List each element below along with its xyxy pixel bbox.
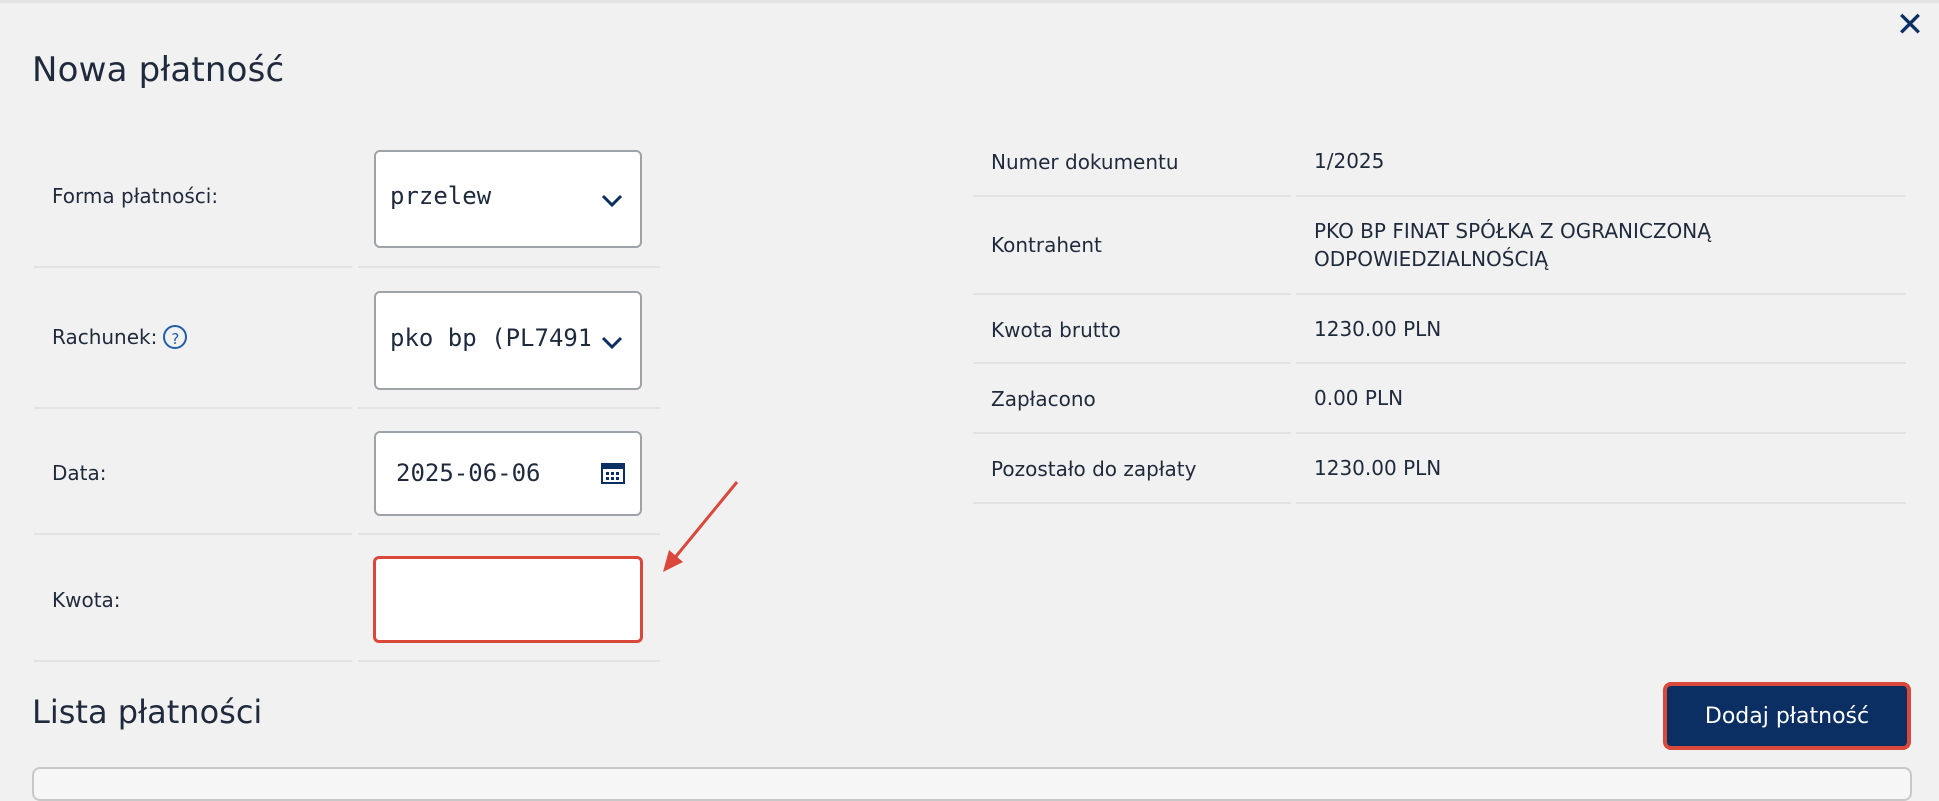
info-key: Pozostało do zapłaty: [991, 457, 1197, 481]
info-value: 1230.00 PLN: [1314, 456, 1442, 480]
divider: [1296, 502, 1906, 504]
divider: [1296, 362, 1906, 364]
info-key: Numer dokumentu: [991, 150, 1179, 174]
divider: [973, 362, 1291, 364]
info-value: 1/2025: [1314, 149, 1385, 173]
divider: [34, 660, 352, 662]
divider: [1296, 195, 1906, 197]
account-label: Rachunek:?: [52, 324, 188, 351]
info-value: PKO BP FINAT SPÓŁKA Z OGRANICZONĄ ODPOWI…: [1314, 219, 1711, 271]
divider: [358, 533, 660, 535]
help-icon[interactable]: ?: [163, 324, 188, 349]
divider: [973, 195, 1291, 197]
info-key: Kwota brutto: [991, 318, 1121, 342]
calendar-icon[interactable]: [600, 460, 626, 486]
divider: [34, 266, 352, 268]
date-label: Data:: [52, 461, 107, 485]
payment-method-label: Forma płatności:: [52, 184, 219, 208]
payments-list-title: Lista płatności: [32, 693, 263, 731]
divider: [973, 432, 1291, 434]
info-key: Kontrahent: [991, 233, 1102, 257]
divider: [34, 407, 352, 409]
account-label-text: Rachunek:: [52, 325, 158, 349]
info-key: Zapłacono: [991, 387, 1096, 411]
amount-label: Kwota:: [52, 588, 121, 612]
modal-title: Nowa płatność: [32, 50, 285, 90]
date-value: 2025-06-06: [396, 459, 541, 487]
info-value: 1230.00 PLN: [1314, 317, 1442, 341]
annotation-arrow: [663, 481, 739, 572]
payments-list: [32, 767, 1912, 801]
add-payment-button[interactable]: Dodaj płatność: [1663, 682, 1911, 750]
divider: [358, 266, 660, 268]
top-divider: [0, 0, 1939, 3]
divider: [973, 502, 1291, 504]
divider: [973, 293, 1291, 295]
divider: [1296, 432, 1906, 434]
account-select[interactable]: pko bp (PL7491: [374, 291, 642, 390]
chevron-down-icon: [601, 194, 623, 208]
divider: [34, 533, 352, 535]
close-icon[interactable]: ✕: [1893, 8, 1927, 42]
info-value: 0.00 PLN: [1314, 386, 1404, 410]
amount-input[interactable]: [373, 556, 643, 643]
chevron-down-icon: [601, 336, 623, 350]
divider: [1296, 293, 1906, 295]
divider: [358, 660, 660, 662]
divider: [358, 407, 660, 409]
payment-method-value: przelew: [390, 182, 492, 210]
account-value: pko bp (PL7491: [390, 324, 590, 352]
payment-method-select[interactable]: przelew: [374, 150, 642, 248]
date-input[interactable]: 2025-06-06: [374, 431, 642, 516]
